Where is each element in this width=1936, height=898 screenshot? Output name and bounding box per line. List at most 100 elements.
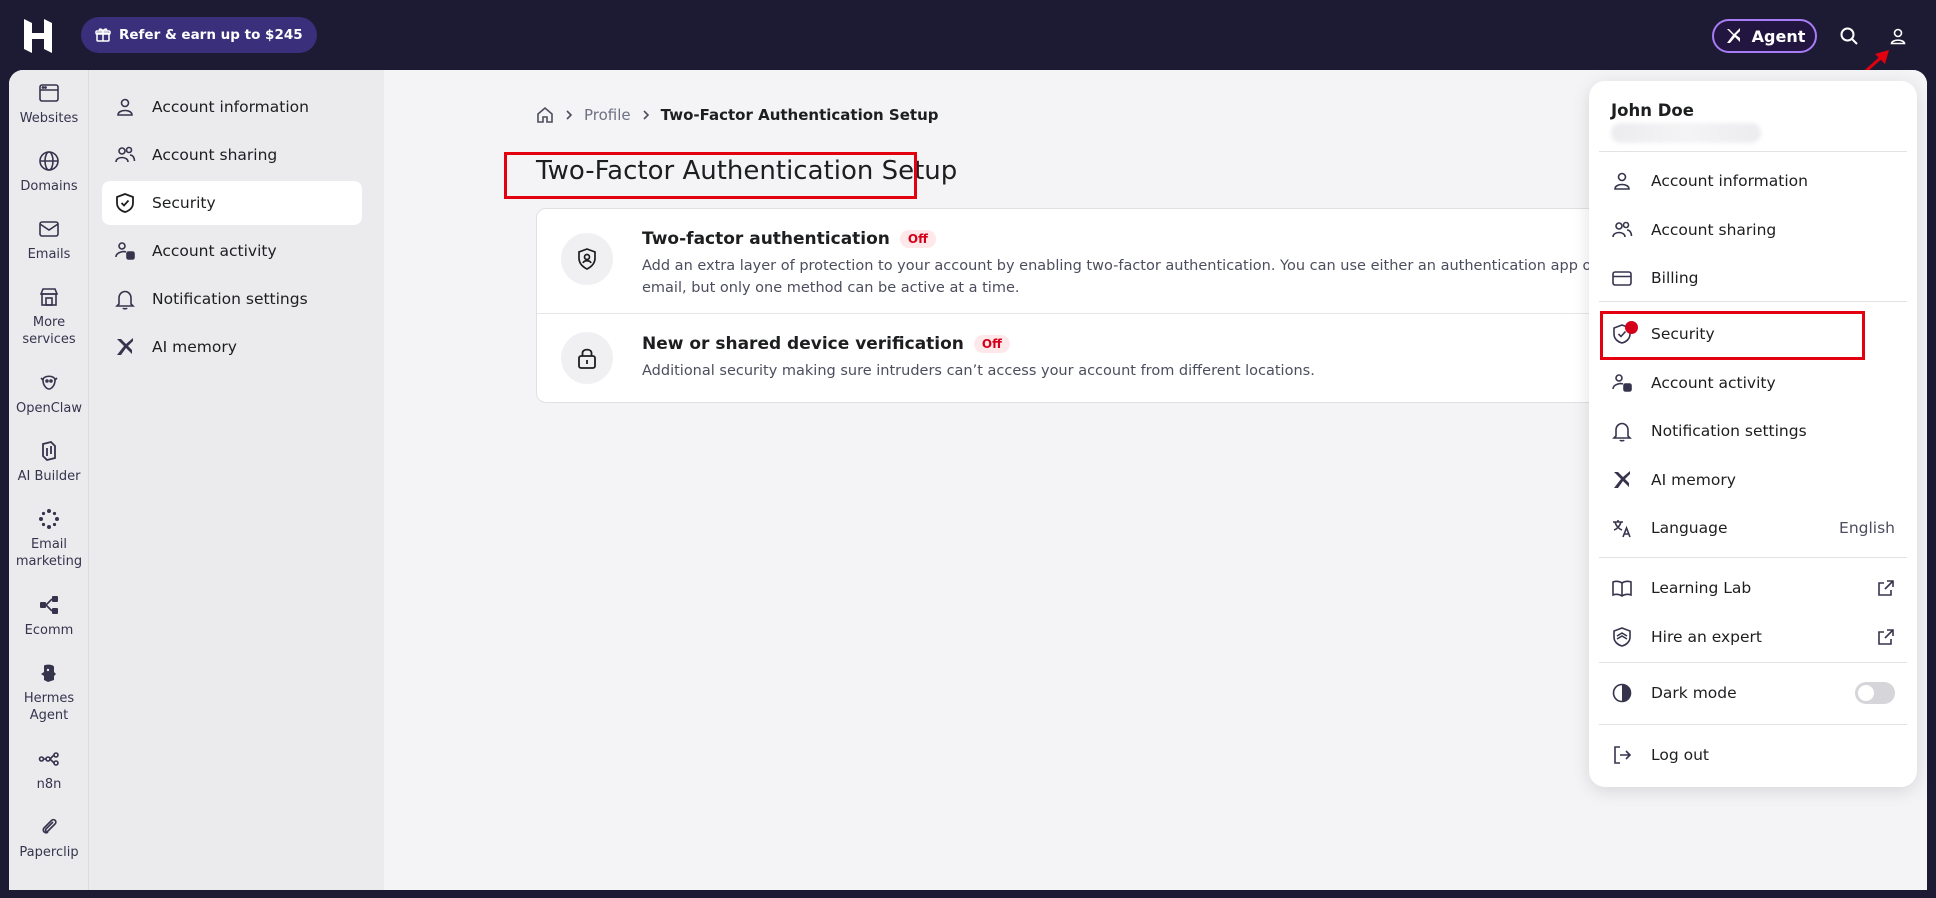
users-icon — [1612, 221, 1633, 238]
menu-item-billing[interactable]: Billing — [1599, 258, 1907, 298]
rail-label: OpenClaw — [15, 401, 82, 416]
dark-mode-toggle[interactable] — [1855, 682, 1895, 704]
rail-label: Email marketing — [15, 537, 83, 569]
status-badge: Off — [973, 335, 1010, 353]
status-badge: Off — [899, 230, 936, 248]
chevron-right-icon — [641, 109, 651, 121]
two-factor-row[interactable]: Two-factor authentication Off Add an ext… — [537, 209, 1655, 313]
users-icon — [115, 146, 136, 163]
profile-dropdown-menu: John Doe Account information Account sha… — [1589, 81, 1917, 787]
row-title-text: New or shared device verification — [642, 334, 964, 354]
user-name: John Doe — [1611, 101, 1694, 120]
menu-item-account-sharing[interactable]: Account sharing — [1599, 210, 1907, 250]
globe-icon — [39, 151, 59, 171]
desc-line: Additional security making sure intruder… — [642, 363, 1315, 379]
annotation-highlight-box — [504, 152, 917, 199]
menu-item-hire-expert[interactable]: Hire an expert — [1599, 617, 1907, 657]
user-email-redacted — [1611, 123, 1761, 143]
contrast-icon — [1612, 683, 1632, 703]
subnav-item-account-sharing[interactable]: Account sharing — [102, 133, 362, 177]
hire-expert-icon — [1613, 627, 1631, 647]
bell-icon — [1612, 422, 1632, 442]
rail-item-websites[interactable]: Websites — [9, 82, 89, 127]
rail-item-ecomm[interactable]: Ecomm — [9, 594, 89, 639]
account-subnav: Account information Account sharing Secu… — [89, 70, 384, 890]
lock-icon — [561, 332, 613, 384]
menu-item-ai-memory[interactable]: AI memory — [1599, 460, 1907, 500]
menu-item-log-out[interactable]: Log out — [1599, 735, 1907, 775]
language-value: English — [1839, 519, 1895, 537]
menu-item-learning-lab[interactable]: Learning Lab — [1599, 568, 1907, 608]
divider — [1599, 662, 1907, 663]
hostinger-logo-icon[interactable] — [22, 19, 54, 53]
rail-item-n8n[interactable]: n8n — [9, 748, 89, 793]
rail-label: Emails — [27, 247, 71, 262]
row-title-text: Two-factor authentication — [642, 229, 890, 249]
rail-label: Websites — [19, 111, 79, 126]
subnav-item-account-information[interactable]: Account information — [102, 85, 362, 129]
agent-button[interactable]: Agent — [1712, 19, 1817, 53]
device-verification-title: New or shared device verification Off — [642, 334, 1010, 354]
divider — [1599, 151, 1907, 152]
email-marketing-icon — [39, 509, 59, 529]
ai-memory-icon — [117, 338, 133, 355]
external-link-icon — [1877, 579, 1895, 597]
menu-label: Log out — [1651, 746, 1709, 764]
subnav-label: Account information — [152, 98, 309, 116]
rail-label: n8n — [36, 777, 62, 792]
rail-item-hermes-agent[interactable]: Hermes Agent — [9, 662, 89, 724]
refer-earn-button[interactable]: Refer & earn up to $245 — [81, 17, 317, 53]
subnav-item-account-activity[interactable]: Account activity — [102, 229, 362, 273]
divider — [1599, 301, 1907, 302]
shield-icon — [116, 193, 134, 213]
divider — [1599, 724, 1907, 725]
subnav-item-notification-settings[interactable]: Notification settings — [102, 277, 362, 321]
menu-label: Billing — [1651, 269, 1699, 287]
logout-icon — [1614, 746, 1632, 764]
rail-item-domains[interactable]: Domains — [9, 150, 89, 195]
subnav-item-ai-memory[interactable]: AI memory — [102, 325, 362, 369]
subnav-item-security[interactable]: Security — [102, 181, 362, 225]
menu-item-notification-settings[interactable]: Notification settings — [1599, 411, 1907, 451]
menu-item-account-information[interactable]: Account information — [1599, 161, 1907, 201]
rail-item-more-services[interactable]: More services — [9, 286, 89, 348]
subnav-label: Account sharing — [152, 146, 278, 164]
refer-label: Refer & earn up to $245 — [119, 27, 303, 43]
rail-item-openclaw[interactable]: OpenClaw — [9, 372, 89, 417]
menu-item-language[interactable]: Language English — [1599, 508, 1907, 548]
subnav-label: AI memory — [152, 338, 237, 356]
user-icon — [117, 98, 133, 116]
user-activity-icon — [1612, 374, 1632, 392]
device-verification-description: Additional security making sure intruder… — [642, 360, 1642, 382]
home-icon[interactable] — [536, 106, 554, 124]
rail-item-emails[interactable]: Emails — [9, 218, 89, 263]
breadcrumb-profile[interactable]: Profile — [584, 106, 631, 124]
credit-card-icon — [1612, 271, 1632, 286]
book-icon — [1612, 580, 1632, 597]
device-verification-row[interactable]: New or shared device verification Off Ad… — [537, 313, 1655, 403]
two-factor-title: Two-factor authentication Off — [642, 229, 936, 249]
rail-item-paperclip[interactable]: Paperclip — [9, 816, 89, 861]
rail-item-ai-builder[interactable]: AI Builder — [9, 440, 89, 485]
subnav-label: Account activity — [152, 242, 277, 260]
user-icon — [1614, 172, 1630, 190]
menu-item-dark-mode[interactable]: Dark mode — [1599, 673, 1907, 713]
rail-item-email-marketing[interactable]: Email marketing — [9, 508, 89, 570]
n8n-icon — [38, 752, 59, 766]
rail-label: Ecomm — [24, 623, 74, 638]
chevron-right-icon — [564, 109, 574, 121]
translate-icon — [1613, 520, 1631, 538]
annotation-highlight-box — [1600, 311, 1865, 360]
ai-memory-icon — [1614, 471, 1630, 488]
menu-item-account-activity[interactable]: Account activity — [1599, 363, 1907, 403]
rail-label: Domains — [20, 179, 78, 194]
icon-rail: Websites Domains Emails More services Op… — [9, 70, 89, 890]
menu-label: Hire an expert — [1651, 628, 1762, 646]
security-settings-card: Two-factor authentication Off Add an ext… — [536, 208, 1656, 403]
two-factor-description: Add an extra layer of protection to your… — [642, 255, 1642, 299]
subnav-label: Notification settings — [152, 290, 308, 308]
ai-builder-icon — [42, 441, 56, 461]
menu-label: Notification settings — [1651, 422, 1807, 440]
top-bar: Refer & earn up to $245 Agent — [0, 0, 1936, 70]
hermes-icon — [41, 664, 56, 682]
